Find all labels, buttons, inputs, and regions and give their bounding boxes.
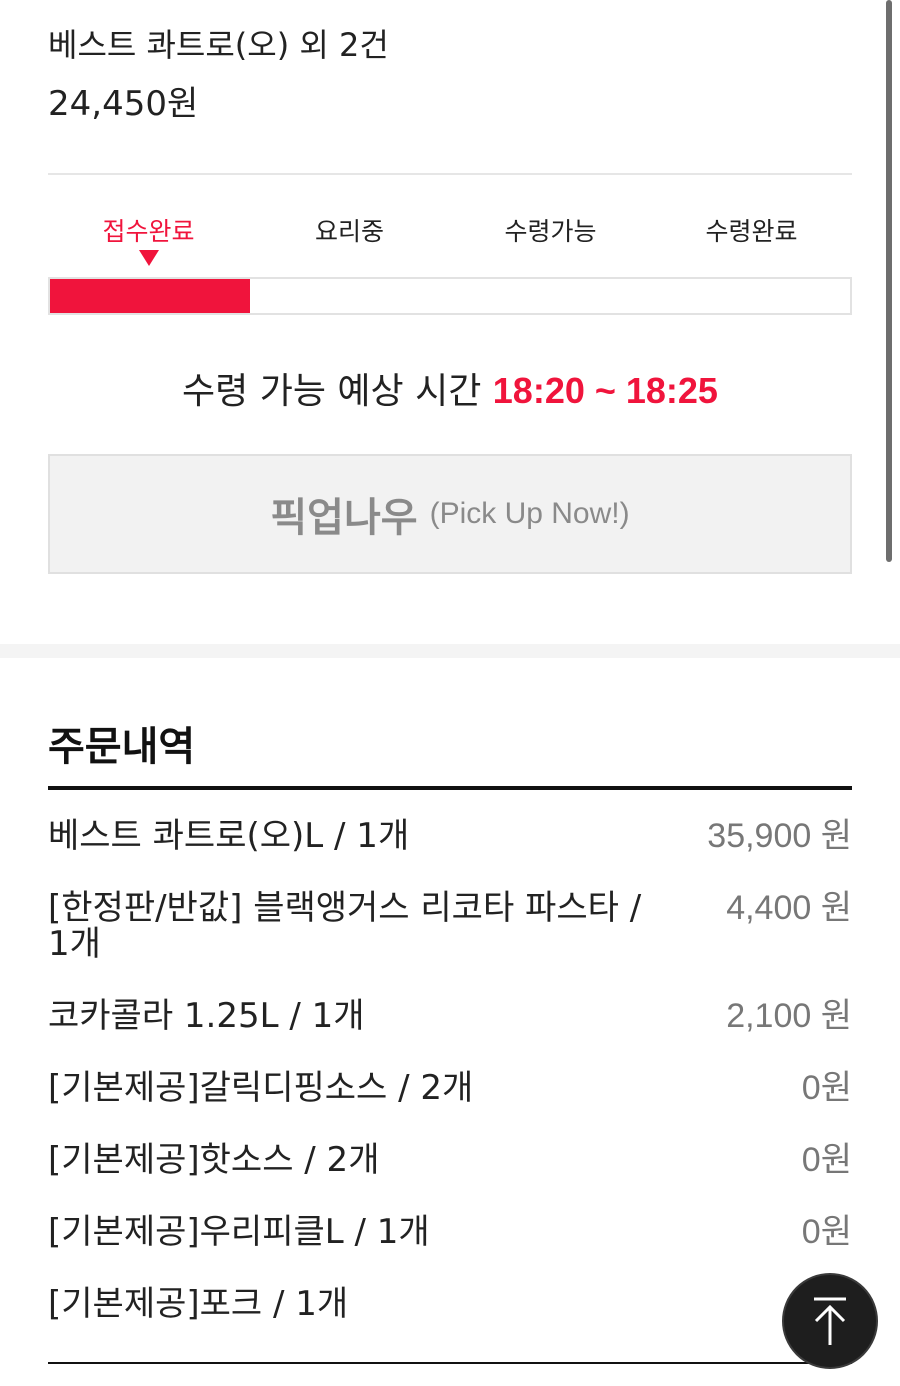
item-price: 4,400 원	[726, 889, 852, 927]
step-cooking: 요리중	[249, 212, 450, 272]
item-name: [기본제공]포크 / 1개	[48, 1284, 349, 1324]
list-item: 베스트 콰트로(오)L / 1개 35,900 원	[48, 818, 852, 890]
pickup-now-sublabel: (Pick Up Now!)	[429, 497, 630, 530]
order-items-list: 베스트 콰트로(오)L / 1개 35,900 원 [한정판/반값] 블랙앵거스…	[48, 818, 852, 1358]
list-item: [기본제공]포크 / 1개	[48, 1286, 852, 1358]
list-item: [기본제공]우리피클L / 1개 0원	[48, 1214, 852, 1286]
order-history-rule	[48, 786, 852, 790]
order-title: 베스트 콰트로(오) 외 2건	[48, 26, 389, 64]
divider	[48, 173, 852, 175]
step-label: 접수완료	[102, 217, 195, 246]
pickup-now-button[interactable]: 픽업나우 (Pick Up Now!)	[48, 454, 852, 574]
eta-time: 18:20 ~ 18:25	[492, 370, 718, 411]
item-name: 베스트 콰트로(오)L / 1개	[48, 816, 410, 856]
order-progress-bar	[48, 277, 852, 315]
order-history-title: 주문내역	[48, 724, 196, 770]
step-label: 수령가능	[504, 217, 597, 246]
item-name: [기본제공]핫소스 / 2개	[48, 1140, 380, 1180]
order-total: 24,450원	[48, 84, 199, 124]
order-progress-fill	[50, 279, 250, 313]
eta-label: 수령 가능 예상 시간	[182, 371, 482, 412]
pickup-eta: 수령 가능 예상 시간 18:20 ~ 18:25	[0, 362, 900, 414]
step-label: 요리중	[314, 217, 384, 246]
list-item: 코카콜라 1.25L / 1개 2,100 원	[48, 998, 852, 1070]
list-item: [한정판/반값] 블랙앵거스 리코타 파스타 / 1개 4,400 원	[48, 890, 852, 998]
item-price: 0원	[801, 1069, 852, 1107]
item-name: 코카콜라 1.25L / 1개	[48, 996, 365, 1036]
section-separator	[0, 644, 900, 658]
item-price: 35,900 원	[707, 817, 852, 855]
order-history-bottom-rule	[48, 1362, 852, 1364]
list-item: [기본제공]갈릭디핑소스 / 2개 0원	[48, 1070, 852, 1142]
triangle-down-icon	[138, 250, 159, 266]
item-price: 2,100 원	[726, 997, 852, 1035]
step-received: 접수완료	[48, 212, 249, 272]
step-picked-up: 수령완료	[651, 212, 852, 272]
order-status-steps: 접수완료 요리중 수령가능 수령완료	[48, 212, 852, 272]
item-name: [기본제공]우리피클L / 1개	[48, 1212, 430, 1252]
list-item: [기본제공]핫소스 / 2개 0원	[48, 1142, 852, 1214]
pickup-now-label: 픽업나우	[270, 495, 418, 541]
item-name: [기본제공]갈릭디핑소스 / 2개	[48, 1068, 474, 1108]
item-price: 0원	[801, 1213, 852, 1251]
scroll-to-top-button[interactable]	[782, 1273, 878, 1369]
arrow-up-to-top-icon	[814, 1297, 846, 1345]
item-name: [한정판/반값] 블랙앵거스 리코타 파스타 / 1개	[48, 888, 642, 964]
scrollbar[interactable]	[886, 0, 892, 562]
step-label: 수령완료	[705, 217, 798, 246]
item-price: 0원	[801, 1141, 852, 1179]
step-ready: 수령가능	[450, 212, 651, 272]
